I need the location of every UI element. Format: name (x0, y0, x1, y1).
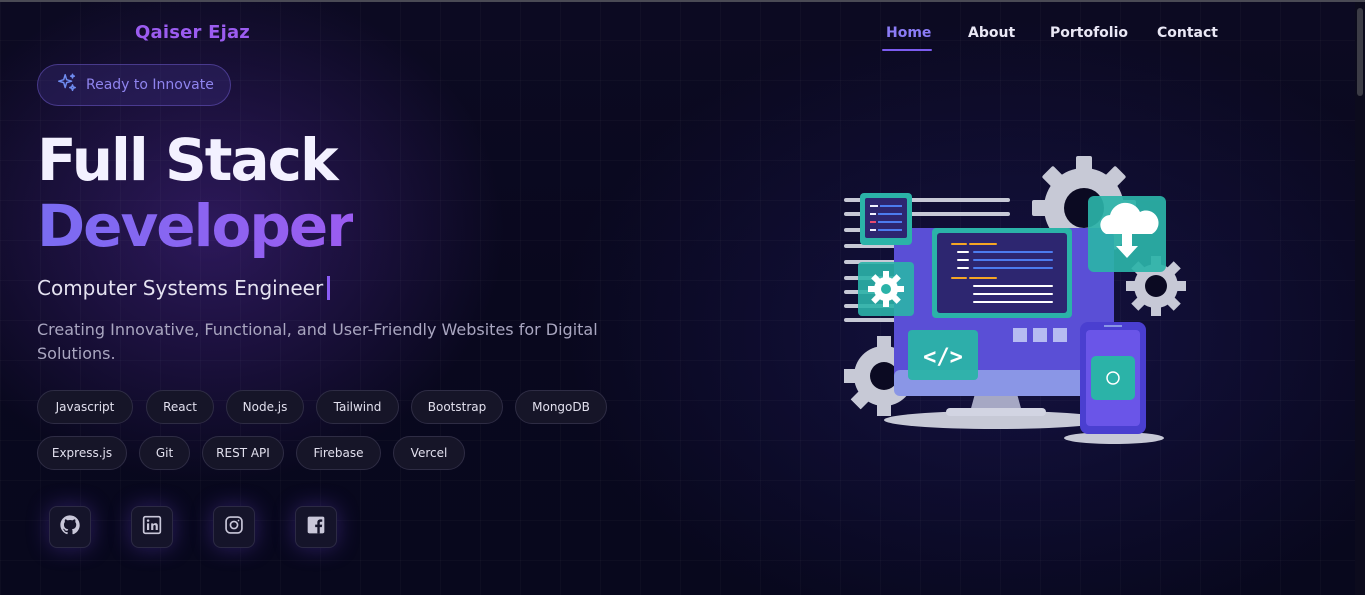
nav-active-indicator (882, 49, 932, 51)
typing-cursor (327, 276, 331, 300)
facebook-icon (306, 515, 326, 539)
ready-badge: Ready to Innovate (37, 64, 231, 106)
skill-chip-javascript: Javascript (37, 390, 133, 424)
instagram-icon (224, 515, 244, 539)
hero-title-line2: Developer (37, 192, 355, 260)
skill-chip-tailwind: Tailwind (316, 390, 399, 424)
svg-text:</>: </> (923, 345, 963, 370)
gear-icon (868, 271, 904, 307)
subtitle-text: Computer Systems Engineer (37, 276, 324, 300)
skill-chip-expressjs: Express.js (37, 436, 127, 470)
facebook-link[interactable] (295, 506, 337, 548)
linkedin-icon (142, 515, 162, 539)
skill-chip-rest-api: REST API (202, 436, 284, 470)
skill-chip-vercel: Vercel (393, 436, 465, 470)
nav-link-home[interactable]: Home (886, 25, 931, 41)
hero-description: Creating Innovative, Functional, and Use… (37, 320, 598, 363)
instagram-link[interactable] (213, 506, 255, 548)
scrollbar-thumb[interactable] (1357, 8, 1363, 96)
developer-illustration: </> (836, 150, 1196, 450)
nav-link-about[interactable]: About (968, 25, 1015, 41)
window-top-border (0, 0, 1365, 2)
skill-chip-git: Git (139, 436, 190, 470)
hero-subtitle: Computer Systems Engineer (37, 276, 331, 300)
site-logo[interactable]: Qaiser Ejaz (135, 22, 250, 43)
nav-link-portfolio[interactable]: Portofolio (1050, 25, 1128, 41)
github-icon (59, 514, 81, 540)
badge-label: Ready to Innovate (86, 77, 214, 93)
linkedin-link[interactable] (131, 506, 173, 548)
github-link[interactable] (49, 506, 91, 548)
scrollbar-track[interactable] (1355, 2, 1365, 595)
skill-chip-firebase: Firebase (296, 436, 381, 470)
nav-link-contact[interactable]: Contact (1157, 25, 1218, 41)
skill-chip-react: React (146, 390, 214, 424)
hero-title-line1: Full Stack (37, 126, 339, 194)
skill-chip-bootstrap: Bootstrap (411, 390, 503, 424)
skill-chip-nodejs: Node.js (226, 390, 304, 424)
skill-chip-mongodb: MongoDB (515, 390, 607, 424)
sparkles-icon (56, 72, 78, 98)
